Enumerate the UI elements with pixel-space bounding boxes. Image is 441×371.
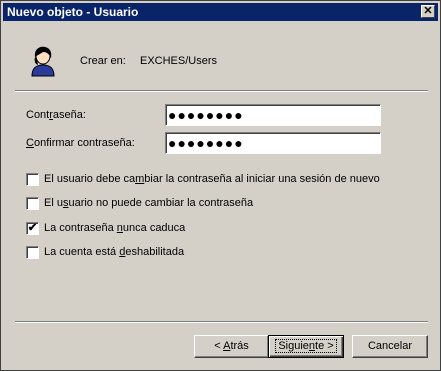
option-label: La cuenta está deshabilitada — [44, 246, 185, 258]
title-bar[interactable]: Nuevo objeto - Usuario ✕ — [3, 3, 438, 21]
cancel-button[interactable]: Cancelar — [352, 335, 428, 358]
checkbox[interactable] — [26, 246, 39, 259]
close-icon: ✕ — [423, 5, 433, 17]
option-label: El usuario debe cambiar la contraseña al… — [44, 173, 380, 185]
user-icon — [31, 46, 55, 77]
separator-top — [15, 90, 428, 92]
separator-bottom — [15, 321, 428, 323]
create-in-path: EXCHES/Users — [140, 55, 218, 67]
password-label: Contraseña: — [26, 109, 86, 121]
password-field[interactable]: ●●●●●●●● — [165, 104, 381, 126]
confirm-password-field[interactable]: ●●●●●●●● — [165, 132, 381, 154]
close-button[interactable]: ✕ — [421, 5, 435, 18]
option-label: La contraseña nunca caduca — [44, 222, 186, 234]
create-in-label: Crear en: — [80, 55, 126, 67]
checkbox[interactable] — [26, 197, 39, 210]
dialog-window: Nuevo objeto - Usuario ✕ Crear en: EXCHE… — [0, 0, 441, 371]
next-button[interactable]: Siguiente > — [268, 335, 344, 358]
window-title: Nuevo objeto - Usuario — [7, 5, 139, 19]
checkbox-checked[interactable]: ✔ — [26, 222, 39, 235]
option-label: El usuario no puede cambiar la contraseñ… — [44, 197, 254, 209]
checkmark-icon: ✔ — [27, 222, 38, 234]
checkbox[interactable] — [26, 173, 39, 186]
next-button-label: Siguiente > — [275, 339, 337, 353]
back-button[interactable]: < Atrás — [194, 335, 269, 358]
confirm-password-label: Confirmar contraseña: — [26, 137, 135, 149]
